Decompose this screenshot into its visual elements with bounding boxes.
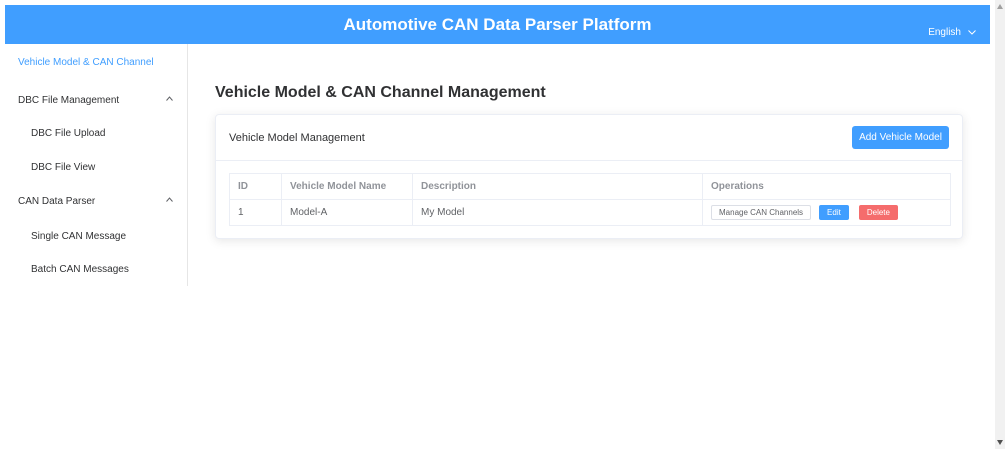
table-row: 1 Model-A My Model Manage CAN Channels E…: [229, 199, 951, 226]
sidebar-item-dbc-file-upload[interactable]: DBC File Upload: [5, 118, 187, 148]
sidebar-item-label: Vehicle Model & CAN Channel: [18, 56, 154, 68]
chevron-down-icon: [968, 30, 976, 35]
card-header: Vehicle Model Management Add Vehicle Mod…: [216, 115, 962, 161]
cell-operations: Manage CAN Channels Edit Delete: [702, 199, 951, 226]
page: Automotive CAN Data Parser Platform Engl…: [0, 0, 1005, 449]
language-label: English: [928, 27, 961, 38]
cell-name: Model-A: [281, 199, 413, 226]
edit-button[interactable]: Edit: [819, 205, 849, 220]
sidebar-item-dbc-file-view[interactable]: DBC File View: [5, 152, 187, 182]
delete-button[interactable]: Delete: [858, 205, 898, 220]
add-vehicle-model-button[interactable]: Add Vehicle Model: [852, 126, 949, 149]
column-header-description: Description: [412, 173, 703, 200]
sidebar-item-label: DBC File View: [31, 161, 96, 173]
column-header-id: ID: [229, 173, 282, 200]
scroll-down-arrow-icon[interactable]: [997, 440, 1003, 445]
row-actions: Manage CAN Channels Edit Delete: [711, 205, 942, 220]
sidebar-item-label: Batch CAN Messages: [31, 263, 129, 275]
sidebar-menu: Vehicle Model & CAN Channel DBC File Man…: [5, 44, 188, 286]
page-title: Vehicle Model & CAN Channel Management: [215, 84, 546, 101]
vehicle-model-table: ID Vehicle Model Name Description Operat…: [229, 173, 951, 226]
app-header: Automotive CAN Data Parser Platform Engl…: [5, 5, 990, 44]
manage-can-channels-button[interactable]: Manage CAN Channels: [711, 205, 812, 220]
chevron-up-icon: [166, 197, 173, 202]
sidebar-item-label: Single CAN Message: [31, 230, 127, 242]
table-header-row: ID Vehicle Model Name Description Operat…: [229, 173, 951, 200]
sidebar-item-batch-can-messages[interactable]: Batch CAN Messages: [5, 254, 187, 284]
cell-id: 1: [229, 199, 282, 226]
app-title: Automotive CAN Data Parser Platform: [343, 15, 652, 34]
sidebar-item-label: DBC File Upload: [31, 127, 106, 139]
column-header-name: Vehicle Model Name: [281, 173, 413, 200]
sidebar-item-label: DBC File Management: [18, 94, 120, 106]
sidebar-item-label: CAN Data Parser: [18, 195, 96, 207]
column-header-operations: Operations: [702, 173, 951, 200]
sidebar-item-vehicle-model[interactable]: Vehicle Model & CAN Channel: [5, 47, 187, 77]
chevron-up-icon: [166, 96, 173, 101]
scroll-up-arrow-icon[interactable]: [997, 4, 1003, 9]
language-selector[interactable]: English: [928, 27, 976, 38]
card-title: Vehicle Model Management: [229, 132, 365, 144]
vertical-scrollbar[interactable]: [995, 0, 1005, 449]
vehicle-model-card: Vehicle Model Management Add Vehicle Mod…: [215, 114, 963, 239]
sidebar-item-single-can-message[interactable]: Single CAN Message: [5, 221, 187, 251]
sidebar-item-dbc-file-management[interactable]: DBC File Management: [5, 85, 187, 115]
cell-description: My Model: [412, 199, 703, 226]
sidebar-item-can-data-parser[interactable]: CAN Data Parser: [5, 186, 187, 216]
